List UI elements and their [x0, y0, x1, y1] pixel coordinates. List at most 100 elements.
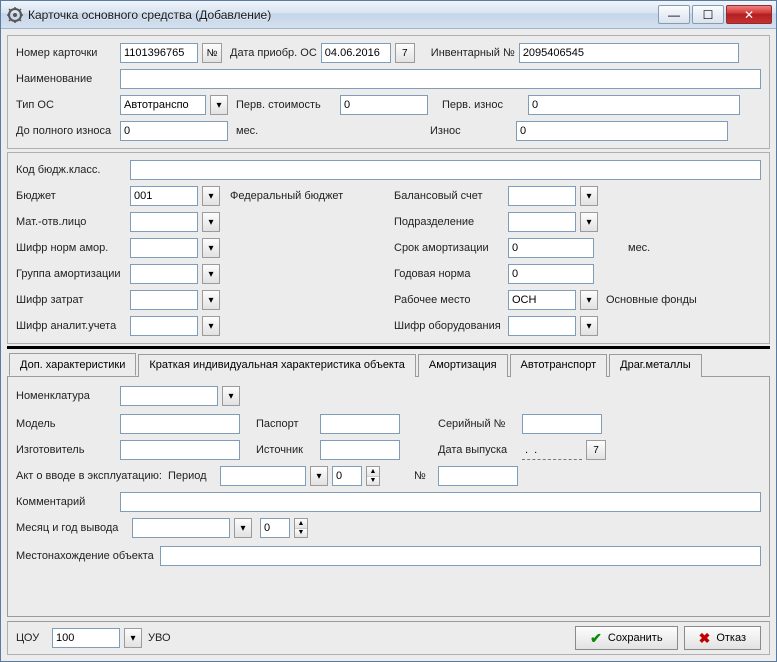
comment-label: Комментарий — [16, 496, 116, 508]
balance-account-dropdown-button[interactable]: ▾ — [580, 186, 598, 206]
tab-body: Номенклатура ▾ Модель Паспорт Серийный №… — [7, 377, 770, 617]
balance-account-select[interactable] — [508, 186, 576, 206]
maximize-button[interactable]: ☐ — [692, 5, 724, 24]
manufacturer-input[interactable] — [120, 440, 240, 460]
tsou-select[interactable] — [52, 628, 120, 648]
responsible-person-dropdown-button[interactable]: ▾ — [202, 212, 220, 232]
decomm-month-year-label: Месяц и год вывода — [16, 522, 128, 534]
serial-input[interactable] — [522, 414, 602, 434]
source-input[interactable] — [320, 440, 400, 460]
minimize-button[interactable]: — — [658, 5, 690, 24]
serial-label: Серийный № — [438, 418, 518, 430]
analytic-code-dropdown-button[interactable]: ▾ — [202, 316, 220, 336]
asset-type-label: Тип ОС — [16, 99, 116, 111]
amort-period-unit: мес. — [628, 242, 650, 254]
decomm-month-year-dropdown-button[interactable]: ▾ — [234, 518, 252, 538]
wear-input[interactable] — [516, 121, 728, 141]
kbk-label: Код бюдж.класс. — [16, 164, 126, 176]
cancel-button[interactable]: ✖ Отказ — [684, 626, 761, 650]
comment-input[interactable] — [120, 492, 761, 512]
period-dropdown-button[interactable]: ▾ — [310, 466, 328, 486]
act-number-input[interactable] — [438, 466, 518, 486]
budget-description: Федеральный бюджет — [230, 190, 390, 202]
amort-code-dropdown-button[interactable]: ▾ — [202, 238, 220, 258]
save-button[interactable]: ✔ Сохранить — [575, 626, 677, 650]
decomm-year-spin-input[interactable] — [260, 518, 290, 538]
tab-amortization[interactable]: Амортизация — [418, 354, 508, 377]
name-label: Наименование — [16, 73, 116, 85]
full-wear-unit: мес. — [236, 125, 426, 137]
amort-period-label: Срок амортизации — [394, 242, 504, 254]
wear-label: Износ — [430, 125, 512, 137]
period-spinner[interactable]: ▲▼ — [366, 466, 380, 486]
separator — [7, 346, 770, 349]
workplace-select[interactable] — [508, 290, 576, 310]
close-button[interactable]: ✕ — [726, 5, 772, 24]
cancel-button-label: Отказ — [716, 632, 746, 644]
tab-individual[interactable]: Краткая индивидуальная характеристика об… — [138, 354, 416, 377]
titlebar[interactable]: Карточка основного средства (Добавление)… — [1, 1, 776, 29]
purchase-date-label: Дата приобр. ОС — [230, 47, 317, 59]
check-icon: ✔ — [590, 630, 602, 647]
amort-period-input[interactable] — [508, 238, 594, 258]
gear-icon — [7, 7, 23, 23]
cost-code-label: Шифр затрат — [16, 294, 126, 306]
decomm-month-year-select[interactable] — [132, 518, 230, 538]
tsou-dropdown-button[interactable]: ▾ — [124, 628, 142, 648]
release-date-input[interactable] — [522, 440, 582, 460]
window-title: Карточка основного средства (Добавление) — [28, 8, 658, 22]
purchase-date-input[interactable] — [321, 43, 391, 63]
cost-code-dropdown-button[interactable]: ▾ — [202, 290, 220, 310]
initial-wear-input[interactable] — [528, 95, 740, 115]
tab-autotransport[interactable]: Автотранспорт — [510, 354, 608, 377]
purchase-date-picker-button[interactable]: 7 — [395, 43, 415, 63]
responsible-person-label: Мат.-отв.лицо — [16, 216, 126, 228]
period-select[interactable] — [220, 466, 306, 486]
workplace-dropdown-button[interactable]: ▾ — [580, 290, 598, 310]
period-spin-input[interactable] — [332, 466, 362, 486]
full-wear-input[interactable] — [120, 121, 228, 141]
act-number-label: № — [414, 470, 434, 482]
equipment-code-dropdown-button[interactable]: ▾ — [580, 316, 598, 336]
release-date-picker-button[interactable]: 7 — [586, 440, 606, 460]
analytic-code-select[interactable] — [130, 316, 198, 336]
tab-precious-metals[interactable]: Драг.металлы — [609, 354, 702, 377]
card-number-input[interactable] — [120, 43, 198, 63]
nomenclature-label: Номенклатура — [16, 390, 116, 402]
nomenclature-select[interactable] — [120, 386, 218, 406]
cost-code-select[interactable] — [130, 290, 198, 310]
budget-dropdown-button[interactable]: ▾ — [202, 186, 220, 206]
annual-rate-label: Годовая норма — [394, 268, 504, 280]
asset-type-select[interactable] — [120, 95, 206, 115]
equipment-code-select[interactable] — [508, 316, 576, 336]
model-input[interactable] — [120, 414, 240, 434]
card-number-lookup-button[interactable]: № — [202, 43, 222, 63]
full-wear-label: До полного износа — [16, 125, 116, 137]
balance-account-label: Балансовый счет — [394, 190, 504, 202]
kbk-input[interactable] — [130, 160, 761, 180]
subdivision-select[interactable] — [508, 212, 576, 232]
inventory-number-input[interactable] — [519, 43, 739, 63]
amort-group-label: Группа амортизации — [16, 268, 126, 280]
responsible-person-select[interactable] — [130, 212, 198, 232]
name-input[interactable] — [120, 69, 761, 89]
initial-wear-label: Перв. износ — [442, 99, 524, 111]
inventory-number-label: Инвентарный № — [431, 47, 515, 59]
model-label: Модель — [16, 418, 116, 430]
content-area: Номер карточки № Дата приобр. ОС 7 Инвен… — [1, 29, 776, 661]
annual-rate-input[interactable] — [508, 264, 594, 284]
amort-code-select[interactable] — [130, 238, 198, 258]
subdivision-dropdown-button[interactable]: ▾ — [580, 212, 598, 232]
card-number-label: Номер карточки — [16, 47, 116, 59]
nomenclature-dropdown-button[interactable]: ▾ — [222, 386, 240, 406]
budget-select[interactable] — [130, 186, 198, 206]
amort-group-select[interactable] — [130, 264, 198, 284]
amort-group-dropdown-button[interactable]: ▾ — [202, 264, 220, 284]
passport-input[interactable] — [320, 414, 400, 434]
asset-type-dropdown-button[interactable]: ▾ — [210, 95, 228, 115]
tab-additional[interactable]: Доп. характеристики — [9, 353, 136, 376]
source-label: Источник — [256, 444, 316, 456]
decomm-year-spinner[interactable]: ▲▼ — [294, 518, 308, 538]
location-input[interactable] — [160, 546, 761, 566]
initial-cost-input[interactable] — [340, 95, 428, 115]
